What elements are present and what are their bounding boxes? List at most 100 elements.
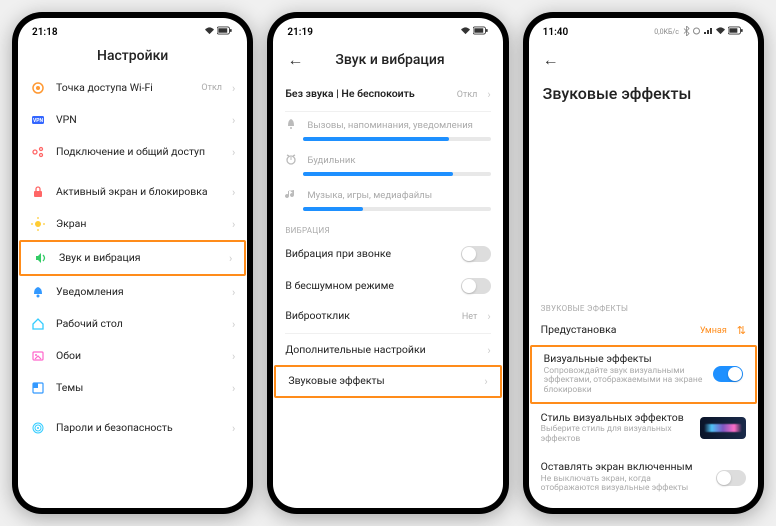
chevron-icon: › xyxy=(232,146,235,159)
alarm-icon xyxy=(285,153,299,168)
header: Настройки xyxy=(18,42,247,72)
row-label: Виброотклик xyxy=(285,310,452,323)
settings-list: Точка доступа Wi-Fi Откл › VPN VPN › Под… xyxy=(18,72,247,508)
row-vibrate-silent[interactable]: В бесшумном режиме xyxy=(273,270,502,302)
row-label: Уведомления xyxy=(56,286,222,299)
chevron-icon: › xyxy=(487,344,490,357)
toggle[interactable] xyxy=(461,246,491,262)
battery-icon xyxy=(473,26,489,38)
header: ← xyxy=(529,42,758,80)
row-sublabel: Не выключать экран, когда отображаются в… xyxy=(541,475,706,495)
time: 11:40 xyxy=(543,27,569,38)
slider-ringer[interactable] xyxy=(303,137,490,141)
volume-label: Вызовы, напоминания, уведомления xyxy=(307,120,473,131)
back-button[interactable]: ← xyxy=(539,48,563,72)
highlight-box: Визуальные эффекты Сопровождайте звук ви… xyxy=(530,345,757,404)
status-icons xyxy=(204,26,233,38)
row-value: Откл xyxy=(201,83,222,93)
row-effect-style[interactable]: Стиль визуальных эффектов Выберите стиль… xyxy=(529,404,758,453)
row-notifications[interactable]: Уведомления › xyxy=(18,276,247,308)
toggle[interactable] xyxy=(716,470,746,486)
phone-settings: 21:18 Настройки Точка доступа Wi-Fi Откл… xyxy=(12,12,253,514)
row-visual-effects[interactable]: Визуальные эффекты Сопровождайте звук ви… xyxy=(532,347,755,402)
toggle[interactable] xyxy=(713,366,743,382)
row-vibrate-ring[interactable]: Вибрация при звонке xyxy=(273,238,502,270)
toggle[interactable] xyxy=(461,278,491,294)
net-speed: 0,0КБ/с xyxy=(654,28,679,36)
row-sound-vibration[interactable]: Звук и вибрация › xyxy=(21,242,244,274)
bluetooth-icon xyxy=(683,26,690,39)
row-label: Звук и вибрация xyxy=(59,252,219,265)
image-icon xyxy=(30,348,46,364)
svg-text:VPN: VPN xyxy=(33,118,43,124)
row-sublabel: Выберите стиль для визуальных эффектов xyxy=(541,425,690,445)
share-icon xyxy=(30,144,46,160)
row-label: Дополнительные настройки xyxy=(285,344,477,357)
row-label: Вибрация при звонке xyxy=(285,248,450,261)
row-label: Экран xyxy=(56,218,222,231)
row-label: Стиль визуальных эффектов xyxy=(541,412,690,425)
hotspot-icon xyxy=(30,80,46,96)
theme-icon xyxy=(30,380,46,396)
row-value: Откл xyxy=(457,90,478,100)
volume-media: Музыка, игры, медиафайлы xyxy=(273,184,502,203)
row-sound-effects[interactable]: Звуковые эффекты › xyxy=(276,367,499,396)
battery-icon xyxy=(728,26,744,38)
row-label: Активный экран и блокировка xyxy=(56,186,222,199)
page-title: Настройки xyxy=(28,48,237,64)
slider-alarm[interactable] xyxy=(303,172,490,176)
row-vpn[interactable]: VPN VPN › xyxy=(18,104,247,136)
row-keep-screen-on[interactable]: Оставлять экран включенным Не выключать … xyxy=(529,453,758,502)
slider-media[interactable] xyxy=(303,207,490,211)
row-additional[interactable]: Дополнительные настройки › xyxy=(273,336,502,365)
time: 21:18 xyxy=(32,27,58,38)
screen: 21:18 Настройки Точка доступа Wi-Fi Откл… xyxy=(18,18,247,508)
section-optimization: Оптимизация звука xyxy=(529,502,758,508)
row-label: Без звука | Не беспокоить xyxy=(285,88,446,101)
volume-label: Будильник xyxy=(307,155,355,166)
back-button[interactable]: ← xyxy=(283,48,307,72)
row-home[interactable]: Рабочий стол › xyxy=(18,308,247,340)
phone-sound: 21:19 ← Звук и вибрация Без звука | Не б… xyxy=(267,12,508,514)
chevron-icon: › xyxy=(232,286,235,299)
row-label: Рабочий стол xyxy=(56,318,222,331)
row-label: Подключение и общий доступ xyxy=(56,146,222,159)
sound-settings: Без звука | Не беспокоить Откл › Вызовы,… xyxy=(273,80,502,508)
chevron-icon: › xyxy=(232,382,235,395)
status-icons xyxy=(460,26,489,38)
wifi-icon xyxy=(715,26,726,38)
row-label: Предустановка xyxy=(541,324,690,337)
chevron-icon: › xyxy=(232,114,235,127)
row-silent-dnd[interactable]: Без звука | Не беспокоить Откл › xyxy=(273,80,502,109)
chevron-icon: › xyxy=(232,422,235,435)
speaker-icon xyxy=(33,250,49,266)
volume-ringer: Вызовы, напоминания, уведомления xyxy=(273,114,502,133)
row-wallpaper[interactable]: Обои › xyxy=(18,340,247,372)
row-themes[interactable]: Темы › xyxy=(18,372,247,404)
sun-icon xyxy=(30,216,46,232)
row-value: Нет xyxy=(462,312,477,322)
bell-icon xyxy=(285,118,299,133)
volume-alarm: Будильник xyxy=(273,149,502,168)
row-hotspot[interactable]: Точка доступа Wi-Fi Откл › xyxy=(18,72,247,104)
chevron-icon: › xyxy=(232,318,235,331)
fingerprint-icon xyxy=(30,420,46,436)
lock-icon xyxy=(30,184,46,200)
highlight-box: Звук и вибрация › xyxy=(19,240,246,276)
row-label: Обои xyxy=(56,350,222,363)
phone-effects: 11:40 0,0КБ/с ← Звуковые эффекты Звуковы… xyxy=(523,12,764,514)
status-bar: 21:18 xyxy=(18,18,247,42)
row-security[interactable]: Пароли и безопасность › xyxy=(18,412,247,444)
row-display[interactable]: Экран › xyxy=(18,208,247,240)
row-preset[interactable]: Предустановка Умная ⇅ xyxy=(529,316,758,345)
row-haptic[interactable]: Виброотклик Нет › xyxy=(273,302,502,331)
chevron-icon: › xyxy=(487,88,490,101)
chevron-icon: › xyxy=(229,252,232,265)
row-lockscreen[interactable]: Активный экран и блокировка › xyxy=(18,176,247,208)
chevron-icon: › xyxy=(232,82,235,95)
row-label: Визуальные эффекты xyxy=(544,353,703,366)
screen: 21:19 ← Звук и вибрация Без звука | Не б… xyxy=(273,18,502,508)
bell-icon xyxy=(30,284,46,300)
row-connection[interactable]: Подключение и общий доступ › xyxy=(18,136,247,168)
section-effects: Звуковые эффекты xyxy=(529,297,758,316)
